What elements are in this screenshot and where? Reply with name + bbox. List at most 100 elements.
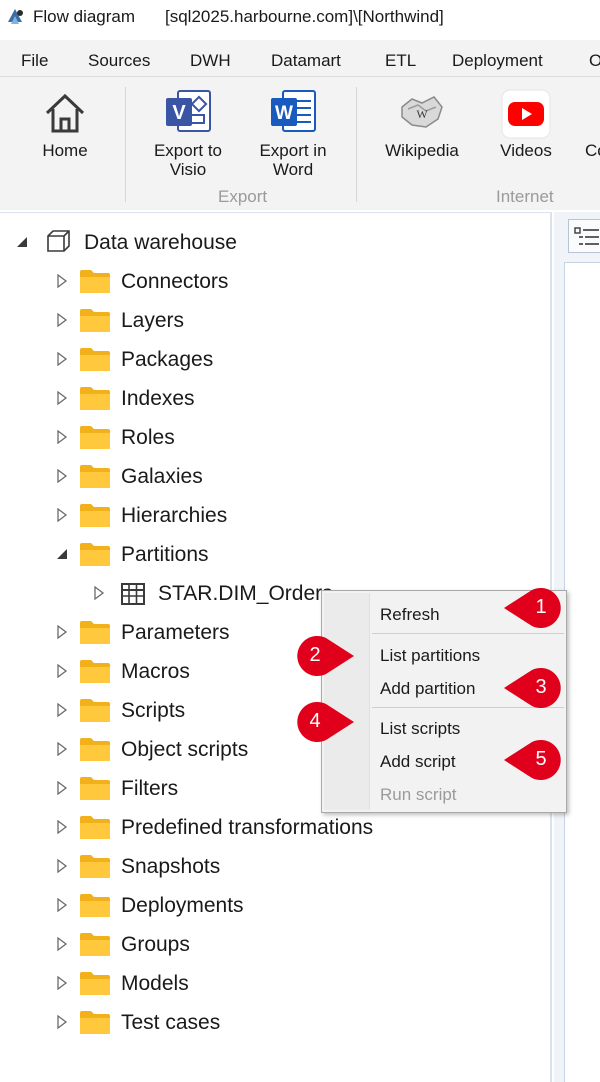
- folder-label: Parameters: [121, 621, 230, 644]
- folder-icon: [80, 543, 110, 566]
- expand-icon[interactable]: [56, 508, 68, 522]
- ribbon-separator: [125, 87, 126, 202]
- tree-item[interactable]: Groups: [0, 925, 550, 964]
- tree-item[interactable]: Snapshots: [0, 847, 550, 886]
- expand-icon[interactable]: [56, 625, 68, 639]
- expand-icon[interactable]: [56, 469, 68, 483]
- expand-icon[interactable]: [56, 859, 68, 873]
- title-bar: Flow diagram [sql2025.harbourne.com]\[No…: [0, 0, 600, 34]
- tree-item[interactable]: Predefined transformations: [0, 808, 550, 847]
- home-label: Home: [42, 141, 88, 160]
- ribbon-overflow-label[interactable]: Co: [585, 141, 600, 161]
- tree-item[interactable]: Test cases: [0, 1003, 550, 1042]
- tree-item[interactable]: Connectors: [0, 262, 550, 301]
- tree-item[interactable]: Roles: [0, 418, 550, 457]
- expand-icon[interactable]: [56, 781, 68, 795]
- menu-overflow[interactable]: O: [589, 51, 600, 71]
- expand-icon[interactable]: [56, 313, 68, 327]
- menu-item-refresh[interactable]: Refresh: [380, 605, 440, 625]
- folder-icon: [80, 465, 110, 488]
- menu-dwh[interactable]: DWH: [190, 51, 231, 71]
- folder-label: Macros: [121, 660, 190, 683]
- tree-item[interactable]: Deployments: [0, 886, 550, 925]
- expand-icon[interactable]: [56, 430, 68, 444]
- folder-icon: [80, 309, 110, 332]
- folder-label: Layers: [121, 309, 185, 332]
- folder-label: Predefined transformations: [121, 816, 374, 839]
- tree-root-label: Data warehouse: [84, 231, 237, 254]
- folder-label: Test cases: [121, 1011, 221, 1034]
- menu-item-list-scripts[interactable]: List scripts: [380, 719, 460, 739]
- tree-item[interactable]: Layers: [0, 301, 550, 340]
- tree-item[interactable]: Packages: [0, 340, 550, 379]
- collapse-icon[interactable]: [16, 236, 28, 248]
- internet-group-label: Internet: [496, 187, 554, 206]
- tree-item[interactable]: Partitions: [0, 535, 550, 574]
- callout-number-4: 4: [309, 710, 321, 732]
- export-visio-label-line1: Export to: [153, 141, 223, 160]
- youtube-icon: [501, 89, 551, 139]
- folder-icon: [80, 777, 110, 800]
- wikipedia-icon: W: [401, 96, 443, 128]
- expand-icon[interactable]: [56, 391, 68, 405]
- menu-sources[interactable]: Sources: [88, 51, 150, 71]
- folder-label: Hierarchies: [121, 504, 228, 527]
- export-to-visio-button[interactable]: V Export to Visio: [145, 87, 231, 179]
- folder-icon: [80, 1011, 110, 1034]
- cube-icon: [47, 230, 70, 252]
- menu-datamart[interactable]: Datamart: [271, 51, 341, 71]
- menu-item-run-script: Run script: [380, 785, 457, 804]
- callout-marker-5: 5: [502, 738, 570, 782]
- menu-item-add-script[interactable]: Add script: [380, 752, 456, 772]
- callout-marker-3: 3: [502, 666, 570, 710]
- menu-file[interactable]: File: [21, 51, 48, 71]
- expand-icon[interactable]: [56, 274, 68, 288]
- expand-icon[interactable]: [56, 937, 68, 951]
- collapse-icon[interactable]: [56, 547, 68, 561]
- folder-label: Partitions: [121, 543, 209, 566]
- callout-number-3: 3: [535, 676, 547, 698]
- ribbon-separator: [356, 87, 357, 202]
- expand-icon[interactable]: [56, 898, 68, 912]
- expand-icon[interactable]: [56, 742, 68, 756]
- wikipedia-button[interactable]: W Wikipedia: [376, 87, 468, 179]
- tree-item[interactable]: Indexes: [0, 379, 550, 418]
- tree-item[interactable]: Models: [0, 964, 550, 1003]
- menu-etl[interactable]: ETL: [385, 51, 416, 71]
- folder-icon: [80, 816, 110, 839]
- folder-label: Object scripts: [121, 738, 249, 761]
- folder-icon: [80, 699, 110, 722]
- menu-deployment[interactable]: Deployment: [452, 51, 543, 71]
- export-word-label-line2: Word: [272, 160, 314, 179]
- expand-icon[interactable]: [93, 586, 105, 600]
- menu-item-add-partition[interactable]: Add partition: [380, 679, 475, 699]
- home-icon: [45, 93, 85, 133]
- tree-item[interactable]: Hierarchies: [0, 496, 550, 535]
- tree-item[interactable]: Galaxies: [0, 457, 550, 496]
- expand-icon[interactable]: [56, 703, 68, 717]
- menu-item-list-partitions[interactable]: List partitions: [380, 646, 480, 666]
- expand-icon[interactable]: [56, 1015, 68, 1029]
- wikipedia-label: Wikipedia: [385, 141, 459, 160]
- app-icon: [8, 9, 23, 24]
- videos-button[interactable]: Videos: [490, 87, 562, 179]
- home-button[interactable]: Home: [30, 87, 100, 179]
- properties-tab[interactable]: [568, 219, 600, 253]
- folder-icon: [80, 660, 110, 683]
- folder-label: Scripts: [121, 699, 186, 722]
- expand-icon[interactable]: [56, 820, 68, 834]
- svg-text:W: W: [416, 107, 428, 121]
- folder-icon: [80, 348, 110, 371]
- expand-icon[interactable]: [56, 664, 68, 678]
- table-icon: [121, 583, 145, 605]
- expand-icon[interactable]: [56, 352, 68, 366]
- tree-root[interactable]: Data warehouse: [0, 223, 550, 262]
- callout-marker-4: 4: [288, 700, 356, 744]
- export-in-word-button[interactable]: W Export in Word: [250, 87, 336, 179]
- table-node-label: STAR.DIM_Orders: [158, 582, 333, 605]
- folder-icon: [80, 387, 110, 410]
- expand-icon[interactable]: [56, 976, 68, 990]
- folder-icon: [80, 738, 110, 761]
- folder-label: Galaxies: [121, 465, 203, 488]
- folder-icon: [80, 270, 110, 293]
